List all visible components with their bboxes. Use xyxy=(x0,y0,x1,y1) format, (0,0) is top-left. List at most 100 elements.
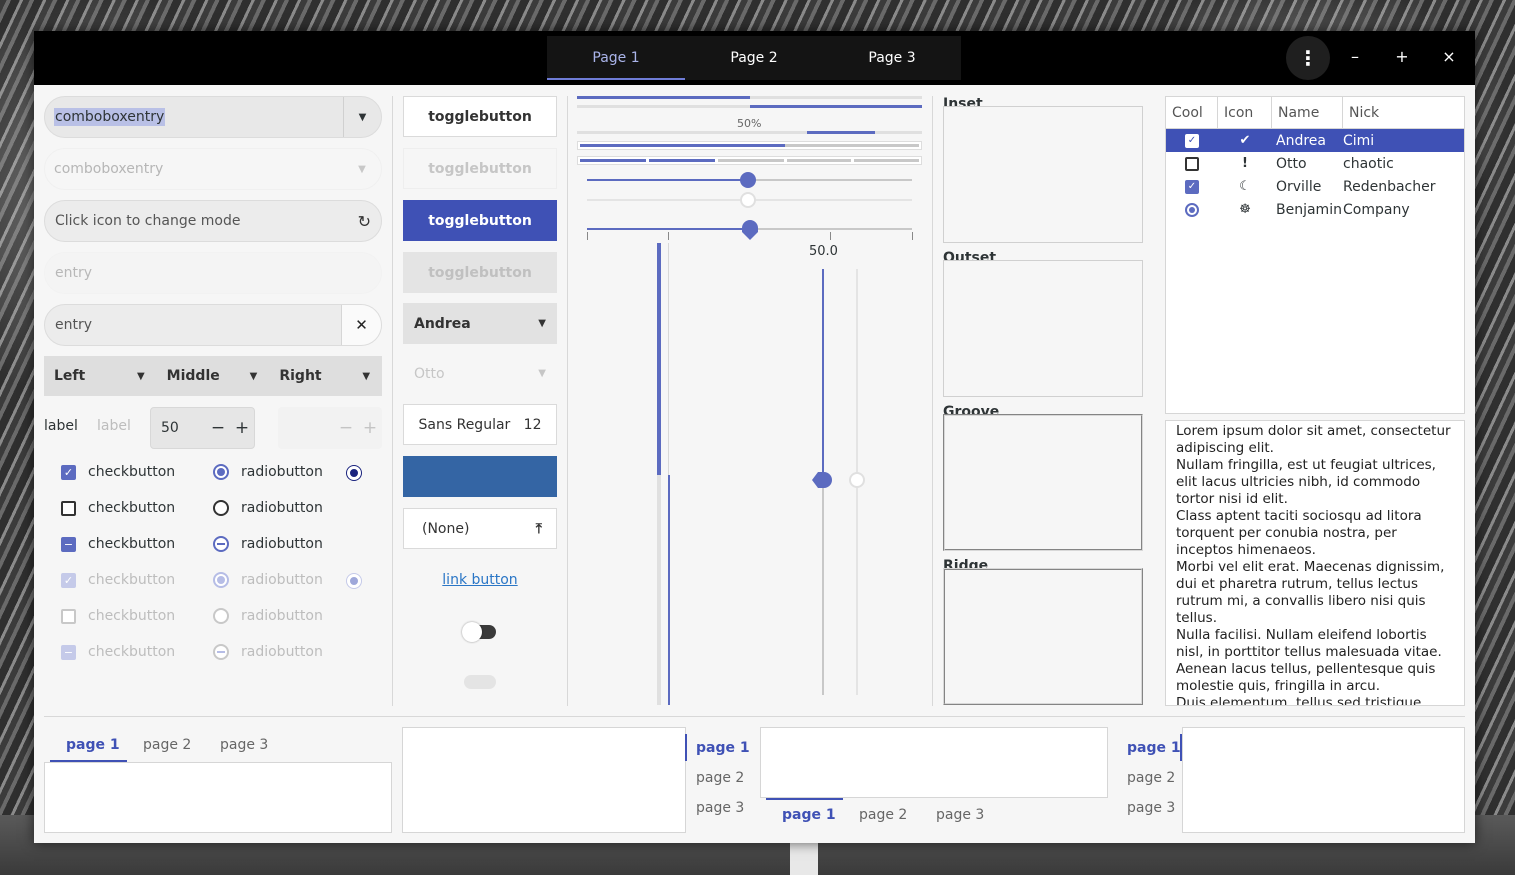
tab-page-1[interactable]: Page 1 xyxy=(547,36,685,80)
link-button[interactable]: link button xyxy=(403,572,557,588)
check-icon[interactable]: ✓ xyxy=(1185,179,1199,194)
table-row[interactable]: ☸ Benjamin Company xyxy=(1166,198,1464,221)
radio-dot-icon[interactable] xyxy=(347,466,361,480)
scale-mark xyxy=(587,232,588,240)
notebook2-tab-page-2[interactable]: page 2 xyxy=(696,770,744,786)
tree-view: Cool Icon Name Nick ✓ ✔ Andrea Cimi ! Ot… xyxy=(1165,96,1465,414)
entry-disabled: entry xyxy=(44,252,382,294)
combo-middle[interactable]: Middle ▼ xyxy=(157,356,270,396)
row-name: Otto xyxy=(1276,155,1307,172)
notebook4-tab-page-2[interactable]: page 2 xyxy=(1127,770,1175,786)
scale-fill xyxy=(587,228,750,230)
radiobutton-unchecked[interactable]: radiobutton xyxy=(213,500,323,516)
radio-icon[interactable] xyxy=(1185,202,1199,217)
notebook3-tab-page-3[interactable]: page 3 xyxy=(936,807,984,823)
column-name[interactable]: Name xyxy=(1272,97,1343,128)
mode-entry[interactable]: Click icon to change mode ↻ xyxy=(44,200,382,242)
notebook1-tab-page-1[interactable]: page 1 xyxy=(66,737,120,753)
combobox-entry[interactable]: comboboxentry ▼ xyxy=(44,96,382,138)
table-row[interactable]: ✓ ☾ Orville Redenbacher xyxy=(1166,175,1464,198)
checkbutton-unchecked-disabled: checkbutton xyxy=(61,608,175,624)
font-button[interactable]: Sans Regular 12 xyxy=(403,404,557,445)
radiobutton-checked[interactable]: radiobutton xyxy=(213,464,323,480)
close-button[interactable]: × xyxy=(1438,47,1460,66)
notebook1-tab-page-2[interactable]: page 2 xyxy=(143,737,191,753)
level-bar xyxy=(577,141,922,150)
clear-icon[interactable]: ✕ xyxy=(341,305,381,345)
text-view[interactable]: Lorem ipsum dolor sit amet, consectetur … xyxy=(1165,420,1465,706)
column-cool[interactable]: Cool xyxy=(1166,97,1218,128)
scale-slider-handle[interactable] xyxy=(742,220,758,240)
color-button[interactable] xyxy=(403,456,557,497)
vertical-scale-fill xyxy=(822,269,824,479)
notebook3-active-indicator xyxy=(766,798,843,800)
notebook4-tab-page-1[interactable]: page 1 xyxy=(1127,740,1181,756)
row-name: Andrea xyxy=(1276,132,1326,149)
notebook2-tab-page-1[interactable]: page 1 xyxy=(696,740,750,756)
combo-right-label: Right xyxy=(279,368,322,384)
notebook1-tab-page-3[interactable]: page 3 xyxy=(220,737,268,753)
radiobutton-unchecked-disabled: radiobutton xyxy=(213,608,323,624)
notebook2-tab-page-3[interactable]: page 3 xyxy=(696,800,744,816)
combo-right[interactable]: Right ▼ xyxy=(269,356,382,396)
spin-value[interactable]: 50 xyxy=(151,420,206,436)
minus-icon: − xyxy=(338,418,354,438)
progress-bar-fill xyxy=(750,105,922,108)
toggle-button-active[interactable]: togglebutton xyxy=(403,200,557,241)
column-separator xyxy=(392,96,393,706)
row-name: Benjamin xyxy=(1276,201,1342,218)
file-chooser-button[interactable]: (None) ⤒ xyxy=(403,508,557,549)
toggle-button[interactable]: togglebutton xyxy=(403,96,557,137)
notebook2-active-indicator xyxy=(685,734,687,761)
vertical-scale-handle[interactable] xyxy=(812,472,832,488)
clearable-entry[interactable]: entry ✕ xyxy=(44,304,382,346)
combobox-entry-text[interactable]: comboboxentry xyxy=(54,108,166,126)
notebook3-tab-page-2[interactable]: page 2 xyxy=(859,807,907,823)
vertical-scale-fill xyxy=(668,475,670,705)
notebook3-tab-page-1[interactable]: page 1 xyxy=(782,807,836,823)
spin-button[interactable]: 50 − + xyxy=(150,407,255,449)
tab-page-3[interactable]: Page 3 xyxy=(823,36,961,80)
tab-page-2[interactable]: Page 2 xyxy=(685,36,823,80)
scale-slider-handle[interactable] xyxy=(740,172,756,188)
minus-icon[interactable]: − xyxy=(206,418,230,438)
checkbox-icon xyxy=(61,608,76,624)
refresh-icon[interactable]: ↻ xyxy=(358,212,371,231)
column-nick[interactable]: Nick xyxy=(1343,97,1464,128)
table-row[interactable]: ! Otto chaotic xyxy=(1166,152,1464,175)
toggle-button-active-disabled: togglebutton xyxy=(403,252,557,293)
minus-icon: − xyxy=(61,644,76,660)
radio-icon xyxy=(213,500,229,516)
checkbutton-label: checkbutton xyxy=(88,572,176,588)
menu-icon[interactable]: ⋮ xyxy=(1286,36,1330,80)
radiobutton-mixed[interactable]: radiobutton xyxy=(213,536,323,552)
chevron-down-icon: ▼ xyxy=(538,368,546,379)
checkbutton-mixed[interactable]: − checkbutton xyxy=(61,536,175,552)
minimize-button[interactable]: – xyxy=(1344,47,1366,66)
maximize-button[interactable]: + xyxy=(1391,47,1413,66)
warning-icon: ! xyxy=(1242,156,1248,171)
radiobutton-label: radiobutton xyxy=(241,464,323,480)
checkbox-icon[interactable] xyxy=(1185,156,1199,171)
combo-andrea[interactable]: Andrea ▼ xyxy=(403,303,557,344)
vertical-progress-fill xyxy=(657,243,661,475)
frame-outset xyxy=(943,260,1143,397)
checkbutton-unchecked[interactable]: checkbutton xyxy=(61,500,175,516)
table-row[interactable]: ✓ ✔ Andrea Cimi xyxy=(1166,129,1464,152)
scale-mark xyxy=(830,232,831,240)
chevron-down-icon[interactable]: ▼ xyxy=(343,97,381,137)
switch-off[interactable] xyxy=(462,622,496,642)
check-icon[interactable]: ✓ xyxy=(1185,133,1199,148)
column-icon[interactable]: Icon xyxy=(1218,97,1272,128)
chevron-down-icon: ▼ xyxy=(362,370,371,382)
combo-left[interactable]: Left ▼ xyxy=(44,356,157,396)
level-bar-discrete xyxy=(577,156,922,165)
upload-icon: ⤒ xyxy=(535,520,542,537)
notebook4-tab-page-3[interactable]: page 3 xyxy=(1127,800,1175,816)
text-view-content[interactable]: Lorem ipsum dolor sit amet, consectetur … xyxy=(1176,423,1454,705)
plus-icon: + xyxy=(362,418,378,438)
radio-icon xyxy=(213,608,229,624)
checkbutton-mixed-disabled: − checkbutton xyxy=(61,644,175,660)
plus-icon[interactable]: + xyxy=(230,418,254,438)
checkbutton-checked[interactable]: ✓ checkbutton xyxy=(61,464,175,480)
